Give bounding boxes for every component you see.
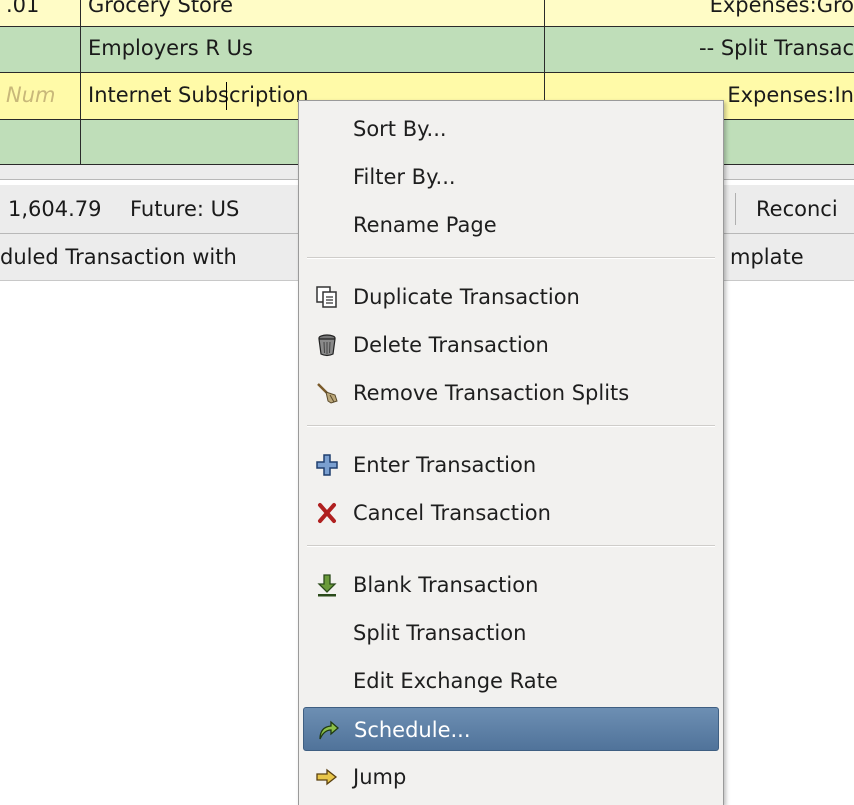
menu-separator (307, 257, 715, 259)
num-cell[interactable]: .01 (0, 0, 80, 26)
register-row[interactable]: .01 Grocery Store Expenses:Gro (0, 0, 854, 26)
arrow-down-icon (317, 574, 337, 597)
description-cell[interactable]: Employers R Us (88, 26, 543, 72)
account-cell[interactable]: -- Split Transac (546, 26, 854, 72)
menu-item-cancel-transaction[interactable]: Cancel Transaction (303, 491, 719, 535)
menu-item-schedule[interactable]: Schedule... (303, 707, 719, 751)
menu-item-label: Blank Transaction (353, 573, 539, 597)
menu-item-label: Split Transaction (353, 621, 527, 645)
menu-item-jump[interactable]: Jump (303, 755, 719, 799)
menu-item-label: Filter By... (353, 165, 456, 189)
cancel-icon (318, 503, 336, 523)
trash-icon (318, 334, 336, 357)
grid-line (0, 26, 854, 27)
menu-item-split-transaction[interactable]: Split Transaction (303, 611, 719, 655)
menu-item-sort-by[interactable]: Sort By... (303, 107, 719, 151)
context-menu: Sort By... Filter By... Rename Page Dupl… (298, 100, 724, 805)
menu-item-enter-transaction[interactable]: Enter Transaction (303, 443, 719, 487)
num-cell[interactable] (0, 26, 80, 72)
menu-item-edit-exchange-rate[interactable]: Edit Exchange Rate (303, 659, 719, 703)
status-message: duled Transaction with (0, 245, 237, 269)
num-cell[interactable] (0, 120, 80, 164)
menu-item-delete-transaction[interactable]: Delete Transaction (303, 323, 719, 367)
num-cell[interactable]: Num (0, 73, 80, 119)
account-cell[interactable]: Expenses:Gro (546, 0, 854, 26)
status-message-right: mplate (730, 245, 804, 269)
duplicate-icon (316, 286, 337, 308)
menu-item-label: Enter Transaction (353, 453, 537, 477)
menu-separator (307, 545, 715, 547)
menu-item-label: Duplicate Transaction (353, 285, 580, 309)
menu-item-label: Jump (353, 765, 407, 789)
text-cursor (226, 82, 227, 110)
menu-item-label: Delete Transaction (353, 333, 549, 357)
menu-item-label: Rename Page (353, 213, 497, 237)
register-row[interactable]: Employers R Us -- Split Transac (0, 26, 854, 72)
column-divider (80, 0, 81, 164)
menu-separator (307, 425, 715, 427)
schedule-icon (319, 720, 339, 740)
menu-item-blank-transaction[interactable]: Blank Transaction (303, 563, 719, 607)
menu-item-remove-transaction-splits[interactable]: Remove Transaction Splits (303, 371, 719, 415)
future-balance: Future: US (130, 197, 240, 221)
broom-icon (317, 383, 338, 404)
grid-line (0, 72, 854, 73)
menu-item-label: Cancel Transaction (353, 501, 551, 525)
plus-icon (316, 454, 338, 476)
menu-item-duplicate-transaction[interactable]: Duplicate Transaction (303, 275, 719, 319)
reconciled-balance: Reconci (756, 197, 838, 221)
menu-item-label: Schedule... (354, 718, 471, 742)
present-balance: 1,604.79 (8, 197, 102, 221)
menu-item-label: Edit Exchange Rate (353, 669, 558, 693)
menu-item-rename-page[interactable]: Rename Page (303, 203, 719, 247)
menu-item-label: Remove Transaction Splits (353, 381, 630, 405)
menu-item-label: Sort By... (353, 117, 447, 141)
divider (735, 193, 736, 225)
description-cell[interactable]: Grocery Store (88, 0, 543, 26)
menu-item-filter-by[interactable]: Filter By... (303, 155, 719, 199)
jump-icon (316, 768, 338, 786)
